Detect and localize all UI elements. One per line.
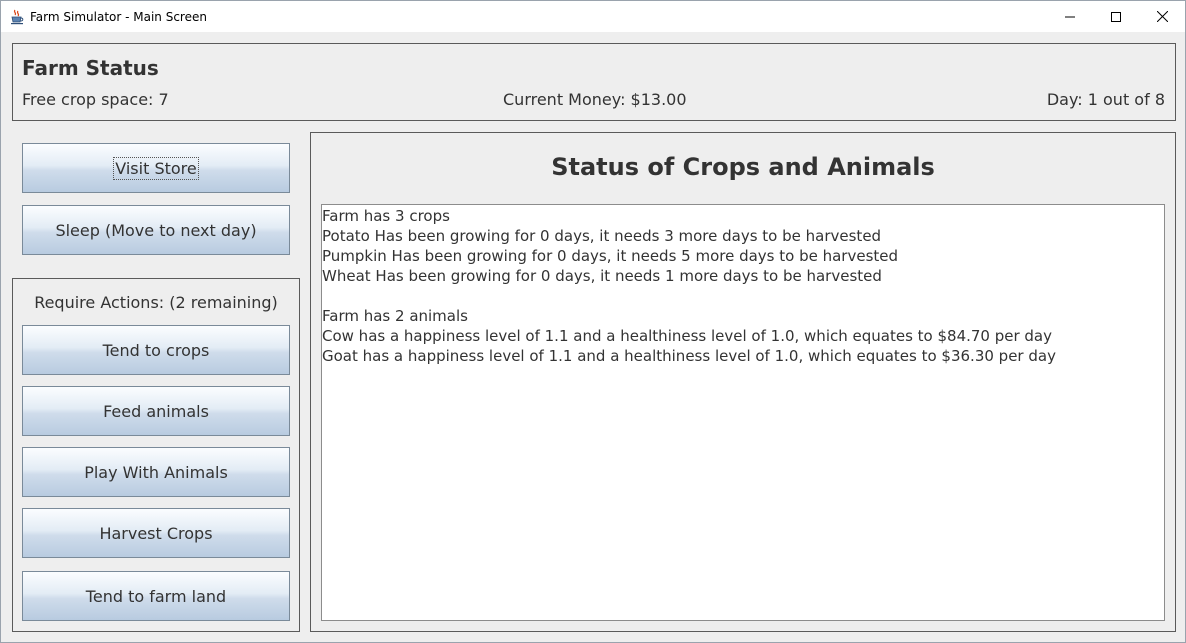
java-coffee-cup-icon — [9, 9, 25, 25]
sleep-button[interactable]: Sleep (Move to next day) — [22, 205, 290, 255]
status-text-area[interactable]: Farm has 3 crops Potato Has been growing… — [321, 204, 1165, 621]
visit-store-label: Visit Store — [113, 156, 199, 180]
status-line: Farm has 3 crops — [322, 207, 450, 225]
close-icon — [1156, 7, 1168, 26]
maximize-button[interactable] — [1093, 1, 1139, 32]
sleep-label: Sleep (Move to next day) — [55, 220, 257, 240]
tend-farm-land-button[interactable]: Tend to farm land — [22, 571, 290, 621]
title-bar[interactable]: Farm Simulator - Main Screen — [1, 1, 1185, 32]
status-line: Farm has 2 animals — [322, 307, 468, 325]
tend-crops-label: Tend to crops — [102, 340, 210, 360]
crops-animals-panel: Status of Crops and Animals Farm has 3 c… — [310, 132, 1176, 632]
status-line: Pumpkin Has been growing for 0 days, it … — [322, 247, 899, 265]
visit-store-button[interactable]: Visit Store — [22, 143, 290, 193]
feed-animals-label: Feed animals — [103, 401, 209, 421]
maximize-icon — [1111, 7, 1121, 26]
harvest-crops-button[interactable]: Harvest Crops — [22, 508, 290, 558]
crops-animals-heading: Status of Crops and Animals — [551, 153, 935, 181]
free-crop-space-label: Free crop space: 7 — [22, 90, 169, 109]
feed-animals-button[interactable]: Feed animals — [22, 386, 290, 436]
farm-status-panel: Farm Status Free crop space: 7 Current M… — [12, 43, 1176, 121]
harvest-crops-label: Harvest Crops — [99, 523, 213, 543]
status-line — [322, 286, 1164, 306]
play-with-animals-button[interactable]: Play With Animals — [22, 447, 290, 497]
main-window: Farm Simulator - Main Screen Farm Status… — [0, 0, 1186, 643]
farm-status-heading: Farm Status — [22, 56, 159, 80]
current-money-label: Current Money: $13.00 — [503, 90, 687, 109]
status-line: Wheat Has been growing for 0 days, it ne… — [322, 267, 882, 285]
actions-remaining-label: Require Actions: (2 remaining) — [34, 293, 278, 312]
window-title: Farm Simulator - Main Screen — [30, 9, 207, 24]
close-button[interactable] — [1139, 1, 1185, 32]
play-with-animals-label: Play With Animals — [84, 462, 228, 482]
tend-crops-button[interactable]: Tend to crops — [22, 325, 290, 375]
minimize-icon — [1065, 7, 1075, 26]
status-line: Potato Has been growing for 0 days, it n… — [322, 227, 882, 245]
minimize-button[interactable] — [1047, 1, 1093, 32]
tend-farm-land-label: Tend to farm land — [85, 586, 227, 606]
status-line: Cow has a happiness level of 1.1 and a h… — [322, 327, 1053, 345]
day-counter-label: Day: 1 out of 8 — [1046, 90, 1165, 109]
status-line: Goat has a happiness level of 1.1 and a … — [322, 347, 1056, 365]
window-controls — [1047, 1, 1185, 32]
